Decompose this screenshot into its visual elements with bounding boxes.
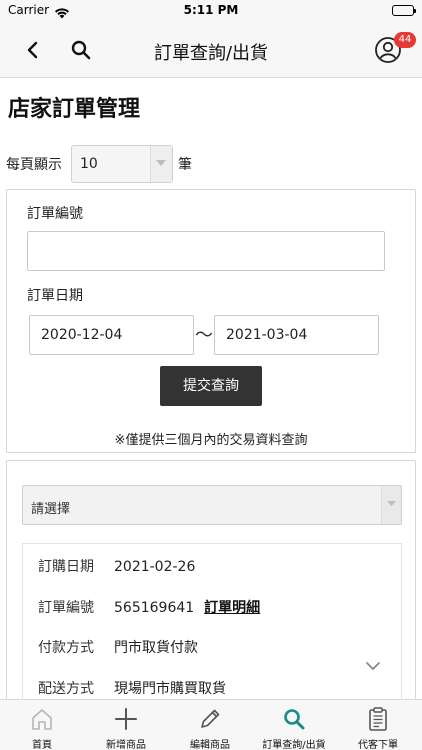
order-list-item: 訂購日期 2021-02-26 訂單編號 565169641 訂單明細 付款方式 門市取… (22, 543, 402, 699)
page-size-label: 每頁顯示 (6, 157, 62, 173)
status-filter-value: 請選擇 (31, 502, 71, 517)
tab-add-product-label: 新增商品 (106, 740, 146, 750)
status-filter-select[interactable]: 請選擇 (22, 485, 402, 525)
payment-row: 付款方式 門市取貨付款 (38, 637, 198, 659)
page-size-row: 每頁顯示 10 筆 (6, 145, 306, 183)
date-separator: 〜 (195, 325, 213, 346)
home-icon (32, 709, 52, 730)
shipping-key: 配送方式 (38, 681, 94, 697)
expand-order-button[interactable] (365, 656, 381, 675)
search-icon (284, 709, 305, 730)
dropdown-arrow-icon (387, 501, 396, 506)
search-form: 訂單編號 訂單日期 2020-12-04 〜 2021-03-04 提交查詢 ※… (6, 189, 416, 453)
page-heading: 店家訂單管理 (8, 97, 141, 122)
order-number-value: 565169641 (114, 600, 195, 616)
date-to-input[interactable]: 2021-03-04 (214, 315, 379, 355)
order-number-label: 訂單編號 (27, 206, 83, 222)
tab-home-label: 首頁 (32, 740, 52, 750)
pencil-icon (201, 709, 220, 728)
shipping-value: 現場門市購買取貨 (114, 681, 226, 697)
submit-search-button[interactable]: 提交查詢 (160, 366, 262, 406)
search-notice: ※僅提供三個月內的交易資料查詢 (114, 433, 308, 448)
clipboard-icon (369, 707, 387, 731)
tab-proxy-order[interactable]: 代客下單 (336, 700, 420, 750)
plus-icon (115, 708, 137, 730)
dropdown-arrow-icon (156, 160, 166, 166)
order-date-value: 2021-02-26 (114, 559, 196, 575)
order-date-key: 訂購日期 (38, 559, 94, 575)
tab-home[interactable]: 首頁 (0, 700, 84, 750)
nav-bar: 訂單查詢/出貨 44 (0, 22, 422, 78)
order-detail-link[interactable]: 訂單明細 (204, 597, 260, 617)
clock: 5:11 PM (183, 3, 239, 17)
order-date-row: 訂購日期 2021-02-26 (38, 556, 195, 578)
page-title: 訂單查詢/出貨 (153, 43, 269, 64)
payment-value: 門市取貨付款 (114, 640, 198, 656)
order-number-key: 訂單編號 (38, 600, 94, 616)
order-date-label: 訂單日期 (27, 288, 83, 304)
date-from-input[interactable]: 2020-12-04 (29, 315, 194, 355)
order-number-input[interactable] (27, 231, 385, 271)
tab-bar: 首頁 新增商品 編輯商品 訂單查詢/出貨 代客下單 (0, 699, 422, 750)
notification-badge: 44 (394, 32, 416, 48)
date-from-value: 2020-12-04 (41, 327, 123, 343)
results-panel: 請選擇 訂購日期 2021-02-26 訂單編號 565169641 訂單明細 付款方… (6, 460, 416, 699)
page-size-unit: 筆 (178, 157, 192, 173)
payment-key: 付款方式 (38, 640, 94, 656)
shipping-row: 配送方式 現場門市購買取貨 (38, 678, 226, 699)
tab-order-query[interactable]: 訂單查詢/出貨 (252, 700, 336, 750)
chevron-down-icon (366, 662, 380, 670)
tab-edit-product-label: 編輯商品 (190, 740, 230, 750)
tab-edit-product[interactable]: 編輯商品 (168, 700, 252, 750)
battery-icon (392, 5, 416, 16)
tab-order-query-label: 訂單查詢/出貨 (262, 740, 326, 750)
tab-proxy-order-label: 代客下單 (358, 740, 398, 750)
date-to-value: 2021-03-04 (226, 327, 308, 343)
order-number-row: 訂單編號 565169641 訂單明細 (38, 597, 260, 619)
page-size-value: 10 (80, 156, 98, 172)
tab-add-product[interactable]: 新增商品 (84, 700, 168, 750)
status-bar: Carrier 5:11 PM (0, 0, 422, 22)
main-content: 店家訂單管理 每頁顯示 10 筆 訂單編號 訂單日期 2020-12-04 〜 … (0, 79, 422, 699)
page-size-select[interactable]: 10 (71, 145, 173, 183)
